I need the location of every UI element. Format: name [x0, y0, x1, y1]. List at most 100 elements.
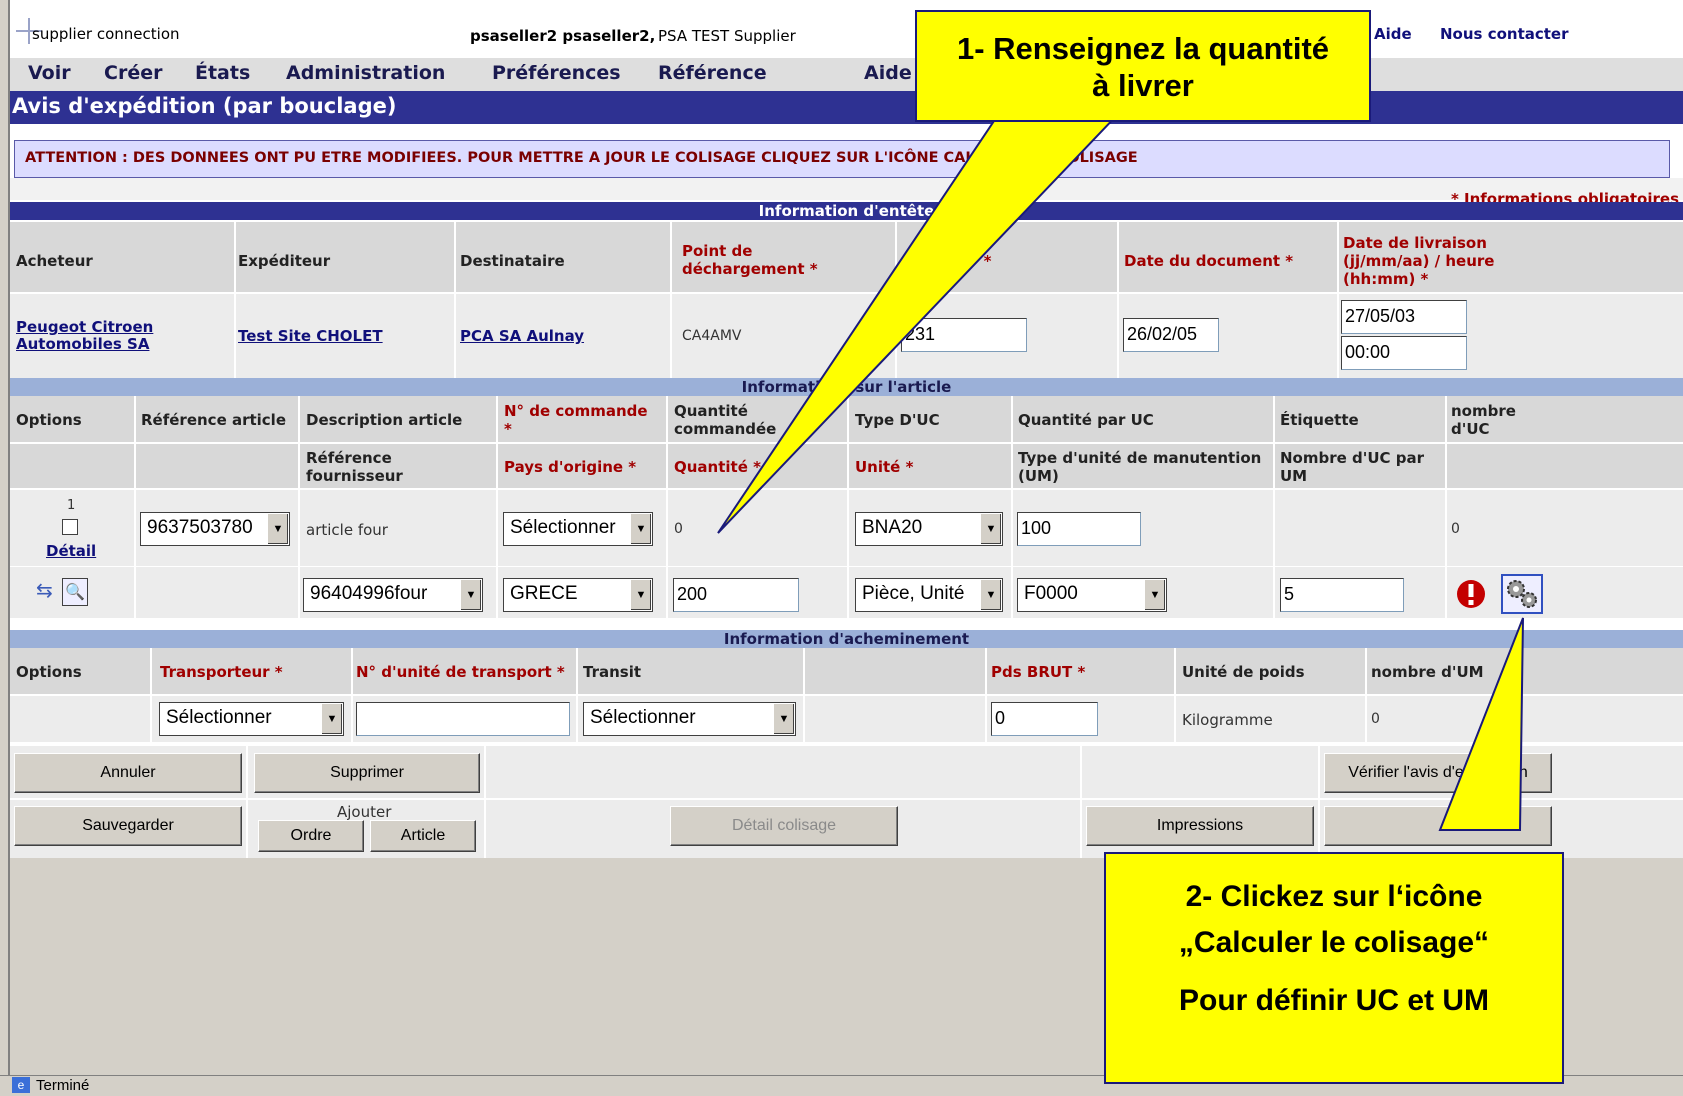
col-point-dechargement: Point de déchargement *	[682, 242, 818, 278]
chevron-down-icon: ▼	[773, 704, 794, 734]
col-unite: Unité *	[855, 458, 914, 476]
ajouter-article-button[interactable]: Article	[370, 820, 476, 852]
destinataire-link[interactable]: PCA SA Aulnay	[460, 328, 584, 345]
move-order-icon[interactable]: ⇆	[36, 578, 53, 602]
col-options: Options	[16, 411, 82, 429]
quantite-field[interactable]: 200	[673, 578, 799, 612]
col-type-um: Type d'unité de manutention (UM)	[1018, 449, 1262, 485]
col-nombre-um: nombre d'UM	[1371, 663, 1484, 681]
detail-colisage-button[interactable]: Détail colisage	[670, 806, 898, 846]
sauvegarder-button[interactable]: Sauvegarder	[14, 806, 242, 846]
nombre-um-value: 0	[1371, 711, 1380, 727]
qte-par-uc-field[interactable]: 100	[1017, 512, 1141, 546]
expediteur-link[interactable]: Test Site CHOLET	[238, 328, 383, 345]
callout-1-line1: 1- Renseignez la quantité	[956, 31, 1330, 66]
col-pds-brut: Pds BRUT *	[991, 663, 1086, 681]
ie-page-icon: e	[12, 1077, 30, 1093]
col-acheteur: Acheteur	[16, 252, 93, 270]
ajouter-ordre-button[interactable]: Ordre	[258, 820, 364, 852]
col-n-exp: N° d'EXP *	[905, 252, 992, 270]
main-menu: Voir Créer États Administration Préféren…	[10, 58, 1683, 91]
ajouter-label: Ajouter	[337, 803, 392, 821]
supprimer-button[interactable]: Supprimer	[254, 753, 480, 793]
page-title: Avis d'expédition (par bouclage)	[12, 94, 397, 118]
transporteur-select[interactable]: Sélectionner ▼	[159, 702, 344, 736]
callout-2-line2: „Calculer le colisage“	[1178, 926, 1490, 959]
col-transit: Transit	[583, 663, 642, 681]
date-document-field[interactable]: 26/02/05	[1123, 318, 1219, 352]
commande-select[interactable]: Sélectionner ▼	[503, 512, 653, 546]
transit-select[interactable]: Sélectionner ▼	[583, 702, 796, 736]
col-date-livraison: Date de livraison (jj/mm/aa) / heure (hh…	[1343, 234, 1495, 288]
acheteur-link[interactable]: Peugeot Citroen Automobiles SA	[16, 319, 186, 353]
article-section-title: Informations sur l'article	[10, 378, 1683, 396]
col-type-uc: Type D'UC	[855, 411, 940, 429]
col-commande: N° de commande *	[504, 402, 648, 438]
menu-administration[interactable]: Administration	[286, 62, 445, 84]
chevron-down-icon: ▼	[630, 514, 651, 544]
type-um-select[interactable]: F0000 ▼	[1017, 578, 1167, 612]
point-dechargement-value: CA4AMV	[682, 328, 742, 344]
line-checkbox[interactable]	[62, 519, 78, 535]
unite-poids-value: Kilogramme	[1182, 711, 1273, 729]
type-uc-select[interactable]: BNA20 ▼	[855, 512, 1003, 546]
verifier-button[interactable]: Vérifier l'avis d'expédition	[1324, 753, 1552, 793]
n-exp-field[interactable]: 231	[901, 318, 1027, 352]
col-nb-uc-par-um: Nombre d'UC par UM	[1280, 449, 1425, 485]
date-livraison-field[interactable]: 27/05/03	[1341, 300, 1467, 334]
col-reference: Référence article	[141, 411, 286, 429]
transport-section-title: Information d'acheminement	[10, 630, 1683, 648]
callout-2: 2- Clickez sur l‘icône „Calculer le coli…	[1104, 852, 1564, 1084]
chevron-down-icon: ▼	[267, 514, 288, 544]
menu-aide[interactable]: Aide	[864, 62, 912, 84]
callout-1: 1- Renseignez la quantité à livrer	[915, 10, 1371, 122]
status-text: Terminé	[36, 1077, 90, 1094]
heure-livraison-field[interactable]: 00:00	[1341, 336, 1467, 370]
header-section-title: Information d'entête	[10, 202, 1683, 220]
col-date-document: Date du document *	[1124, 252, 1294, 270]
reference-select[interactable]: 9637503780 ▼	[140, 512, 290, 546]
col-quantite: Quantité *	[674, 458, 761, 476]
chevron-down-icon: ▼	[460, 580, 481, 610]
unite-select[interactable]: Pièce, Unité ▼	[855, 578, 1003, 612]
envoyer-button[interactable]	[1324, 806, 1552, 846]
impressions-button[interactable]: Impressions	[1086, 806, 1314, 846]
contact-link[interactable]: Nous contacter	[1440, 25, 1569, 43]
callout-1-line2: à livrer	[1092, 68, 1194, 103]
menu-creer[interactable]: Créer	[104, 62, 162, 84]
chevron-down-icon: ▼	[321, 704, 342, 734]
col-pays-origine: Pays d'origine *	[504, 458, 637, 476]
alert-banner: ATTENTION : DES DONNEES ONT PU ETRE MODI…	[14, 140, 1670, 178]
line-index: 1	[67, 498, 76, 513]
col-ref-fournisseur: Référence fournisseur	[306, 449, 403, 485]
qte-commandee-value: 0	[674, 521, 683, 537]
col-qte-par-uc: Quantité par UC	[1018, 411, 1154, 429]
menu-voir[interactable]: Voir	[28, 62, 71, 84]
help-link[interactable]: Aide	[1374, 25, 1412, 43]
app-logo-text: supplier connection	[32, 25, 180, 43]
callout-2-line1: 2- Clickez sur l‘icône	[1185, 880, 1483, 913]
menu-etats[interactable]: États	[195, 62, 250, 84]
calculate-packaging-gear-icon[interactable]	[1501, 574, 1543, 614]
col-etiquette: Étiquette	[1280, 411, 1359, 429]
chevron-down-icon: ▼	[1144, 580, 1165, 610]
search-document-icon[interactable]: 🔍	[62, 578, 88, 606]
col-transporteur: Transporteur *	[160, 663, 283, 681]
user-name: psaseller2 psaseller2,	[470, 27, 656, 45]
n-unite-transport-field[interactable]	[356, 702, 570, 736]
menu-reference[interactable]: Référence	[658, 62, 767, 84]
nb-uc-par-um-field[interactable]: 5	[1280, 578, 1404, 612]
col-description: Description article	[306, 411, 463, 429]
required-bar	[10, 178, 1683, 200]
col-unite-poids: Unité de poids	[1182, 663, 1305, 681]
pays-select[interactable]: GRECE ▼	[503, 578, 653, 612]
chevron-down-icon: ▼	[980, 514, 1001, 544]
ref-fournisseur-select[interactable]: 96404996four ▼	[303, 578, 483, 612]
menu-preferences[interactable]: Préférences	[492, 62, 621, 84]
col-nombre-uc: nombre d'UC	[1451, 402, 1516, 438]
col-transport-options: Options	[16, 663, 82, 681]
pds-brut-field[interactable]: 0	[991, 702, 1098, 736]
detail-link[interactable]: Détail	[46, 543, 96, 560]
annuler-button[interactable]: Annuler	[14, 753, 242, 793]
col-qte-commandee: Quantité commandée	[674, 402, 777, 438]
